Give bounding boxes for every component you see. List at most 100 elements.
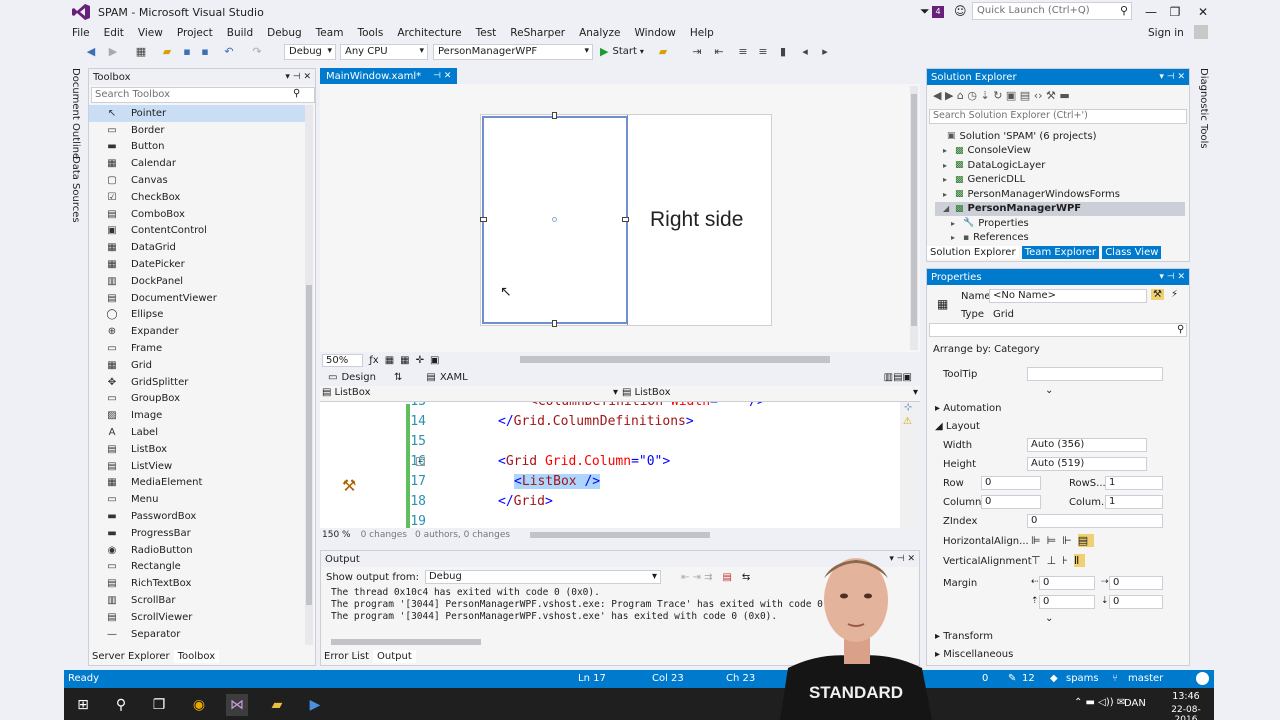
toolbox-tab[interactable]: Toolbox: [173, 650, 220, 663]
toolbox-item-scrollbar[interactable]: ▥ ScrollBar: [89, 592, 305, 609]
rowspan-input[interactable]: 1: [1105, 476, 1163, 490]
toolbox-item-border[interactable]: ▭ Border: [89, 122, 305, 139]
document-tab-mainwindow[interactable]: MainWindow.xaml* ⊣ ✕: [320, 68, 458, 84]
solution-tree-item[interactable]: ▸ ▩ DataLogicLayer: [935, 158, 1185, 173]
menu-help[interactable]: Help: [690, 27, 714, 39]
close-button[interactable]: ✕: [1188, 2, 1218, 22]
margin-right-input[interactable]: 0: [1109, 576, 1163, 590]
expand-arrow-icon[interactable]: ▸: [943, 161, 953, 170]
resize-handle-bottom[interactable]: [552, 320, 557, 327]
back-icon[interactable]: ◀: [84, 45, 98, 59]
status-errors[interactable]: 0: [982, 673, 988, 684]
toolbox-item-scrollviewer[interactable]: ▤ ScrollViewer: [89, 609, 305, 626]
formula-icon[interactable]: ƒx: [369, 355, 378, 366]
bookmark-prev-icon[interactable]: ◂: [798, 45, 812, 59]
diagnostic-tools-tab[interactable]: Diagnostic Tools: [1198, 68, 1209, 149]
powershell-icon[interactable]: ▶: [304, 694, 326, 716]
toolbox-item-dockpanel[interactable]: ▥ DockPanel: [89, 273, 305, 290]
toolbox-item-radiobutton[interactable]: ◉ RadioButton: [89, 542, 305, 559]
status-pending-changes[interactable]: 12: [1022, 673, 1035, 684]
user-avatar-icon[interactable]: [1194, 25, 1208, 39]
pin-tab-icon[interactable]: ⊣ ✕: [433, 71, 451, 81]
notification-badge[interactable]: 4: [932, 6, 944, 18]
toolbox-item-pointer[interactable]: ↖ Pointer: [89, 105, 305, 122]
menu-build[interactable]: Build: [227, 27, 253, 39]
menu-analyze[interactable]: Analyze: [579, 27, 620, 39]
toolbox-item-menu[interactable]: ▭ Menu: [89, 491, 305, 508]
split-icon[interactable]: ⊹: [904, 402, 912, 413]
pin-icon[interactable]: ▾ ⊣ ✕: [285, 72, 311, 82]
designer-vscroll[interactable]: [910, 86, 918, 350]
automation-section[interactable]: ▸ Automation: [935, 403, 1001, 414]
toolbox-search-input[interactable]: Search Toolbox: [91, 87, 315, 103]
expand-arrow-icon[interactable]: ▸: [943, 190, 953, 199]
toolbox-item-rectangle[interactable]: ▭ Rectangle: [89, 559, 305, 576]
toolbox-item-datepicker[interactable]: ▦ DatePicker: [89, 256, 305, 273]
zoom-select[interactable]: 50%: [322, 353, 364, 367]
code-zoom-select[interactable]: 150 %: [322, 530, 351, 540]
zindex-input[interactable]: 0: [1027, 514, 1163, 528]
menu-team[interactable]: Team: [316, 27, 344, 39]
toolbox-item-button[interactable]: ▬ Button: [89, 139, 305, 156]
clear-all-icon[interactable]: ▤: [722, 572, 731, 583]
word-wrap-icon[interactable]: ⇆: [742, 572, 750, 583]
bookmark-icon[interactable]: ▮: [776, 45, 790, 59]
width-input[interactable]: Auto (356): [1027, 438, 1147, 452]
toolbox-item-listview[interactable]: ▤ ListView: [89, 458, 305, 475]
nav-right-select[interactable]: ▤ ListBox ▾: [622, 387, 918, 398]
toolbox-item-listbox[interactable]: ▤ ListBox: [89, 441, 305, 458]
arrange-by-select[interactable]: Arrange by: Category: [933, 344, 1040, 355]
colspan-input[interactable]: 1: [1105, 495, 1163, 509]
events-lightning-icon[interactable]: ⚡: [1171, 289, 1178, 300]
start-button[interactable]: ▶ Start ▾: [600, 45, 644, 58]
resize-handle-left[interactable]: [480, 217, 487, 222]
nav-left-select[interactable]: ▤ ListBox ▾: [322, 387, 618, 398]
menu-window[interactable]: Window: [634, 27, 675, 39]
new-project-icon[interactable]: ▦: [134, 45, 148, 59]
toolbox-item-label[interactable]: A Label: [89, 424, 305, 441]
error-list-tab[interactable]: Error List: [320, 650, 373, 663]
authors-indicator[interactable]: 0 authors, 0 changes: [415, 530, 510, 540]
config-select[interactable]: Debug: [284, 44, 336, 60]
browser-link-icon[interactable]: ▰: [656, 45, 670, 59]
split-layout-icons[interactable]: ▥▤▣: [884, 372, 912, 383]
expand-arrow-icon[interactable]: ▸: [951, 233, 961, 242]
toolbox-item-richtextbox[interactable]: ▤ RichTextBox: [89, 575, 305, 592]
solution-tree-item[interactable]: ▸ ▩ GenericDLL: [935, 173, 1185, 188]
layout-section[interactable]: ◢ Layout: [935, 421, 980, 432]
menu-architecture[interactable]: Architecture: [397, 27, 461, 39]
redo-icon[interactable]: ↷: [250, 45, 264, 59]
device-icon[interactable]: ▣: [430, 355, 439, 366]
vertical-alignment-buttons[interactable]: ⊤⊥⊦Ⅱ: [1031, 554, 1086, 567]
clock-date[interactable]: 22-08-2016: [1160, 705, 1212, 720]
solution-search-input[interactable]: Search Solution Explorer (Ctrl+'): [929, 109, 1187, 124]
solution-explorer-tab[interactable]: Solution Explorer: [927, 246, 1019, 259]
margin-top-input[interactable]: 0: [1039, 595, 1095, 609]
menu-project[interactable]: Project: [177, 27, 213, 39]
menu-edit[interactable]: Edit: [104, 27, 124, 39]
snap-lines-icon[interactable]: ✛: [416, 355, 424, 366]
toolbox-item-grid[interactable]: ▦ Grid: [89, 357, 305, 374]
menu-tools[interactable]: Tools: [357, 27, 383, 39]
expand-arrow-icon[interactable]: ◢: [943, 204, 953, 213]
expand-arrow-icon[interactable]: ▸: [943, 146, 953, 155]
status-branch[interactable]: master: [1128, 673, 1163, 684]
designer-hscroll-thumb[interactable]: [520, 356, 830, 363]
margin-left-input[interactable]: 0: [1039, 576, 1095, 590]
indent-icon[interactable]: ⇤: [712, 45, 726, 59]
step-icon[interactable]: ⇥: [690, 45, 704, 59]
windows-start-icon[interactable]: ⊞: [72, 694, 94, 716]
toolbox-item-progressbar[interactable]: ▬ ProgressBar: [89, 525, 305, 542]
swap-panes-icon[interactable]: ⇅: [394, 372, 402, 383]
toolbox-item-mediaelement[interactable]: ▦ MediaElement: [89, 475, 305, 492]
toolbox-item-contentcontrol[interactable]: ▣ ContentControl: [89, 223, 305, 240]
expand-chevron-icon[interactable]: ⌄: [1045, 385, 1053, 396]
tooltip-input[interactable]: [1027, 367, 1163, 381]
data-sources-tab[interactable]: Data Sources: [70, 156, 81, 223]
document-outline-tab[interactable]: Document Outline: [70, 68, 81, 159]
solution-tree-item[interactable]: ▣ Solution 'SPAM' (6 projects): [935, 129, 1185, 144]
toolbox-item-canvas[interactable]: ▢ Canvas: [89, 172, 305, 189]
column-input[interactable]: 0: [981, 495, 1041, 509]
grid-toggle-icon[interactable]: ▦: [385, 355, 394, 366]
pin-icon[interactable]: ▾ ⊣ ✕: [1159, 272, 1185, 282]
